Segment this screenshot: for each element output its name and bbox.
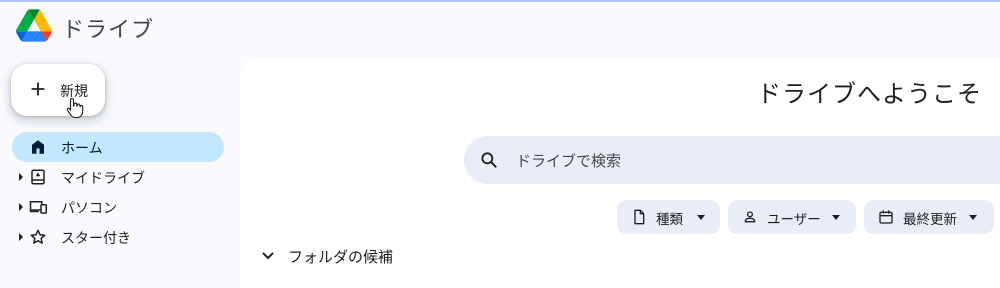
home-icon (32, 140, 44, 154)
sidebar-item-home[interactable]: ホーム (12, 132, 224, 162)
drive-logo-icon[interactable] (16, 9, 52, 42)
search-bar[interactable] (464, 136, 1000, 186)
hand-cursor-icon (66, 97, 84, 119)
file-type-icon (634, 209, 645, 225)
filter-modified-label: 最終更新 (903, 212, 957, 228)
sidebar-nav: ホーム マイドライブ パソコン スター付き (12, 132, 224, 252)
sidebar-item-my-drive[interactable]: マイドライブ (12, 162, 224, 192)
search-input[interactable] (514, 136, 998, 186)
filter-user-chip[interactable]: ユーザー (728, 200, 856, 234)
welcome-heading: ドライブへようこそ (757, 80, 982, 108)
my-drive-icon (31, 169, 45, 185)
filter-type-chip[interactable]: 種類 (617, 200, 720, 234)
expand-caret-icon[interactable] (18, 203, 24, 211)
dropdown-arrow-icon (697, 215, 705, 220)
sidebar-item-label: ホーム (61, 141, 103, 157)
plus-icon (31, 82, 45, 96)
filter-modified-chip[interactable]: 最終更新 (864, 200, 994, 234)
filter-type-label: 種類 (656, 212, 683, 228)
sidebar-item-label: マイドライブ (61, 171, 145, 187)
computers-icon (29, 201, 47, 214)
dropdown-arrow-icon (832, 215, 840, 220)
sidebar-item-label: スター付き (61, 231, 131, 247)
chevron-down-icon (262, 252, 274, 260)
dropdown-arrow-icon (969, 215, 977, 220)
expand-caret-icon[interactable] (18, 173, 24, 181)
calendar-icon (879, 210, 893, 224)
header: ドライブ (0, 0, 1000, 56)
sidebar-item-starred[interactable]: スター付き (12, 222, 224, 252)
person-icon (744, 211, 756, 223)
star-icon (30, 229, 46, 244)
expand-caret-icon[interactable] (18, 233, 24, 241)
sidebar-item-computers[interactable]: パソコン (12, 192, 224, 222)
suggested-folders-heading: フォルダの候補 (288, 248, 394, 266)
new-button[interactable]: 新規 (11, 64, 105, 119)
app-title[interactable]: ドライブ (62, 12, 154, 44)
sidebar-item-label: パソコン (61, 201, 117, 217)
filter-user-label: ユーザー (767, 212, 821, 228)
search-icon[interactable] (479, 150, 499, 170)
